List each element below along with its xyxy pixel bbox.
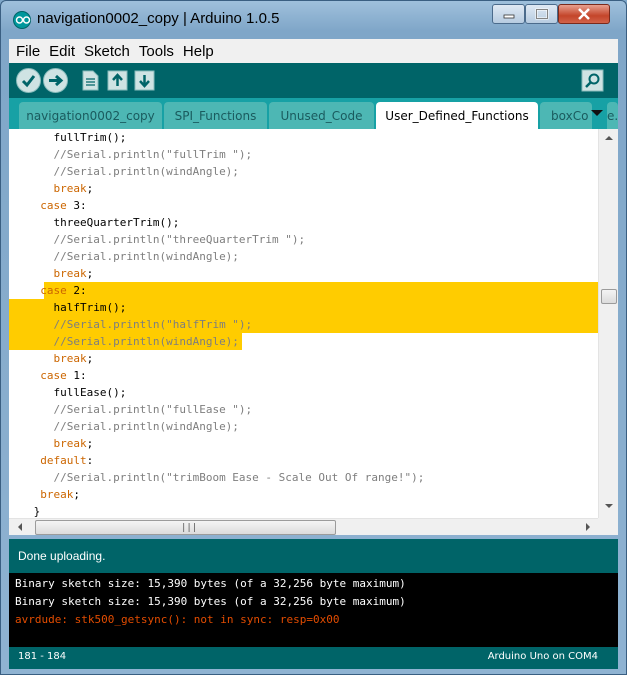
code-line: //Serial.println(windAngle); [53,165,239,178]
menu-edit[interactable]: Edit [49,43,75,60]
scroll-grip-icon: ||| [181,523,198,533]
menu-help[interactable]: Help [183,43,214,60]
code-line: //Serial.println("threeQuarterTrim "); [53,233,306,246]
code-area[interactable]: fullTrim(); //Serial.println("fullTrim "… [9,129,598,518]
status-bar: Done uploading. [9,539,618,573]
console-line: Binary sketch size: 15,390 bytes (of a 3… [15,595,406,608]
code-line: fullEase(); [27,386,127,399]
upload-button[interactable] [43,68,68,93]
maximize-icon [535,8,548,20]
code-line: case 3: [40,199,87,212]
tab-boxco[interactable]: boxCo [540,102,592,129]
tab-user-defined-functions[interactable]: User_Defined_Functions [376,102,538,129]
vertical-scrollbar[interactable] [598,129,618,518]
code-line: case 1: [40,369,87,382]
selection-highlight [44,282,598,299]
code-line: //Serial.println("fullTrim "); [53,148,253,161]
arduino-window: navigation0002_copy | Arduino 1.0.5 File… [0,0,627,675]
code-line: } [27,505,41,518]
code-line: fullTrim(); [27,131,127,144]
tab-menu-button[interactable] [587,104,607,122]
horizontal-scroll-thumb[interactable]: ||| [35,520,336,535]
new-file-icon [82,70,99,91]
scroll-right-arrow-icon[interactable] [583,522,593,532]
code-line: break; [53,182,94,195]
serial-monitor-button[interactable] [580,68,605,93]
minimize-button[interactable] [492,4,525,24]
code-line: default: [40,454,94,467]
checkmark-icon [21,75,36,88]
tab-spi-functions[interactable]: SPI_Functions [164,102,267,129]
code-line: break; [53,352,94,365]
maximize-button[interactable] [525,4,558,24]
tab-unused-code[interactable]: Unused_Code [269,102,374,129]
menu-tools[interactable]: Tools [139,43,174,60]
open-button[interactable] [105,68,130,93]
scroll-down-arrow-icon[interactable] [604,501,614,511]
chevron-down-icon [591,110,603,116]
code-line: //Serial.println("halfTrim "); [53,318,253,331]
code-line: case 2: [40,284,87,297]
down-arrow-icon [134,70,155,91]
right-arrow-icon [49,74,64,87]
code-line: //Serial.println(windAngle); [53,420,239,433]
up-arrow-icon [107,70,128,91]
tab-navigation0002-copy[interactable]: navigation0002_copy [19,102,162,129]
magnifier-icon [581,69,604,92]
code-line: threeQuarterTrim(); [27,216,180,229]
close-button[interactable] [558,4,610,24]
tab-overflow-label: e.h [607,108,618,123]
tab-boxco-label: boxCo [551,108,589,123]
board-info: Arduino Uno on COM4 [487,651,598,662]
code-line: break; [40,488,80,501]
line-range: 181 - 184 [18,651,67,662]
scrollbar-corner [598,518,618,535]
code-line: //Serial.println(windAngle); [53,335,239,348]
horizontal-scrollbar[interactable]: ||| [9,518,598,535]
menu-sketch[interactable]: Sketch [84,43,130,60]
title-bar[interactable]: navigation0002_copy | Arduino 1.0.5 [1,1,626,37]
window-title: navigation0002_copy | Arduino 1.0.5 [37,10,280,27]
verify-button[interactable] [16,68,41,93]
code-line: //Serial.println(windAngle); [53,250,239,263]
code-line: break; [53,437,94,450]
console-error-line: avrdude: stk500_getsync(): not in sync: … [15,613,340,626]
footer-bar: 181 - 184 Arduino Uno on COM4 [9,647,618,669]
save-button[interactable] [132,68,157,93]
menu-file[interactable]: File [16,43,40,60]
close-icon [578,8,590,20]
tab-bar: navigation0002_copy SPI_Functions Unused… [9,98,618,129]
console-output[interactable]: Binary sketch size: 15,390 bytes (of a 3… [9,573,618,647]
new-button[interactable] [78,68,103,93]
scroll-left-arrow-icon[interactable] [15,522,25,532]
code-line: //Serial.println("fullEase "); [53,403,253,416]
code-line: //Serial.println("trimBoom Ease - Scale … [53,471,425,484]
code-line: halfTrim(); [27,301,127,314]
minimize-icon [503,14,514,19]
code-line: break; [53,267,94,280]
tab-overflow[interactable]: e.h [607,102,618,129]
menu-bar: File Edit Sketch Tools Help [9,39,618,63]
status-message: Done uploading. [18,549,106,563]
scroll-up-arrow-icon[interactable] [604,133,614,143]
arduino-logo-icon [13,11,31,29]
vertical-scroll-thumb[interactable] [601,289,617,304]
console-line: Binary sketch size: 15,390 bytes (of a 3… [15,577,406,590]
code-editor[interactable]: fullTrim(); //Serial.println("fullTrim "… [9,129,618,518]
toolbar [9,63,618,98]
